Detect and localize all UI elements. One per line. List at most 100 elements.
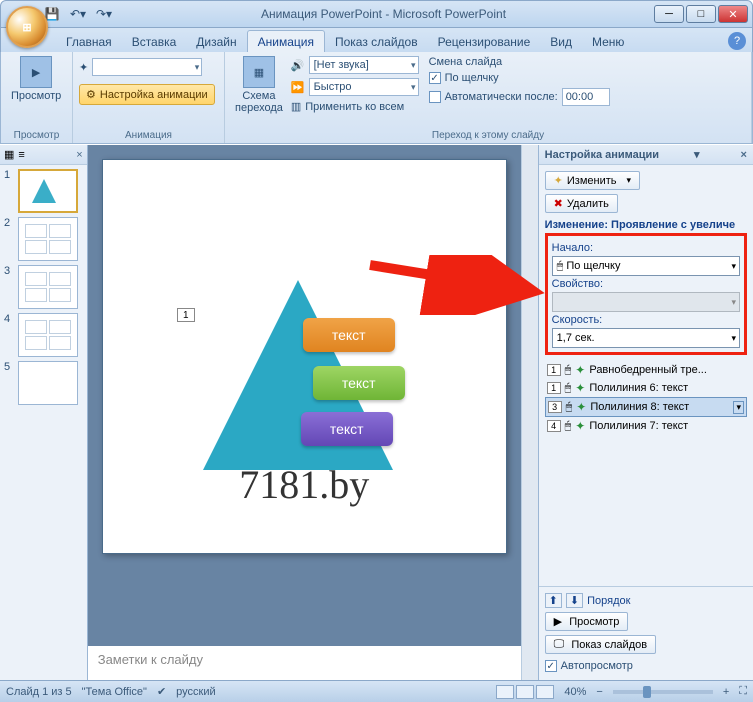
- office-button[interactable]: ⊞: [6, 6, 48, 48]
- auto-after-time[interactable]: 00:00: [562, 88, 610, 106]
- taskpane-menu-icon[interactable]: ▾: [694, 148, 700, 161]
- slides-tab-icon[interactable]: ▦: [4, 148, 14, 161]
- transition-speed-combo[interactable]: Быстро: [309, 78, 419, 96]
- mouse-icon: 🖱: [565, 364, 572, 377]
- speed-icon: ⏩: [291, 81, 305, 94]
- on-click-checkbox[interactable]: ✓: [429, 72, 441, 84]
- apply-all-button[interactable]: ▥Применить ко всем: [291, 100, 419, 113]
- anim-item-selected[interactable]: 3🖱✦Полилиния 8: текст▾: [545, 397, 747, 417]
- anim-tag-1[interactable]: 1: [177, 308, 195, 322]
- dropdown-icon[interactable]: ▾: [733, 401, 744, 414]
- property-combo: [552, 292, 740, 312]
- help-button[interactable]: ?: [728, 32, 746, 50]
- normal-view-button[interactable]: [496, 685, 514, 699]
- zoom-out-button[interactable]: −: [596, 686, 602, 698]
- tab-animation[interactable]: Анимация: [247, 30, 325, 52]
- ribbon: ▶ Просмотр Просмотр ✦ ⚙Настройка анимаци…: [0, 52, 753, 144]
- spellcheck-icon[interactable]: ✔: [157, 685, 166, 698]
- effect-icon: ✦: [575, 419, 585, 433]
- animate-icon: ✦: [79, 61, 88, 74]
- maximize-button[interactable]: □: [686, 5, 716, 23]
- redo-icon[interactable]: ↷▾: [93, 3, 115, 25]
- play-button[interactable]: ▶ Просмотр: [545, 612, 629, 631]
- animate-combo[interactable]: [92, 58, 202, 76]
- minimize-button[interactable]: ─: [654, 5, 684, 23]
- close-button[interactable]: ✕: [718, 5, 748, 23]
- ribbon-tabs: Главная Вставка Дизайн Анимация Показ сл…: [0, 28, 753, 52]
- start-combo[interactable]: 🖱 По щелчку: [552, 256, 740, 276]
- reorder-up-icon[interactable]: ⬆: [545, 593, 562, 608]
- effect-icon: ✦: [576, 400, 586, 414]
- fit-window-button[interactable]: ⛶: [739, 685, 747, 698]
- sorter-view-button[interactable]: [516, 685, 534, 699]
- autopreview-checkbox[interactable]: ✓: [545, 660, 557, 672]
- undo-icon[interactable]: ↶▾: [67, 3, 89, 25]
- star-icon: ✦: [554, 174, 563, 187]
- sound-icon: 🔊: [291, 59, 305, 72]
- tab-slideshow[interactable]: Показ слайдов: [325, 31, 428, 52]
- theme-indicator: "Тема Office": [82, 686, 147, 698]
- preview-button[interactable]: ▶ Просмотр: [7, 54, 65, 104]
- thumbnail-2[interactable]: 2: [4, 217, 83, 261]
- slideshow-button[interactable]: 🖵 Показ слайдов: [545, 635, 656, 654]
- title-bar: 💾 ↶▾ ↷▾ Анимация PowerPoint - Microsoft …: [0, 0, 753, 28]
- tab-home[interactable]: Главная: [56, 31, 122, 52]
- tab-menu[interactable]: Меню: [582, 31, 634, 52]
- delete-icon: ✖: [554, 197, 563, 210]
- group-animation-label: Анимация: [79, 129, 218, 141]
- zoom-slider[interactable]: [613, 690, 713, 694]
- autopreview-label: Автопросмотр: [561, 660, 633, 672]
- notes-pane[interactable]: Заметки к слайду: [88, 644, 521, 680]
- animation-settings-button[interactable]: ⚙Настройка анимации: [79, 84, 215, 105]
- effect-icon: ✦: [575, 381, 585, 395]
- zoom-in-button[interactable]: +: [723, 686, 729, 698]
- preview-icon: ▶: [20, 56, 52, 88]
- mouse-icon: 🖱: [557, 260, 564, 273]
- tab-insert[interactable]: Вставка: [122, 31, 187, 52]
- speed-combo[interactable]: 1,7 сек.: [552, 328, 740, 348]
- thumbnail-1[interactable]: 1: [4, 169, 83, 213]
- anim-item[interactable]: 1🖱✦Равнобедренный тре...: [545, 361, 747, 379]
- close-thumb-pane[interactable]: ×: [76, 149, 82, 161]
- change-effect-button[interactable]: ✦Изменить▾: [545, 171, 640, 190]
- thumbnail-pane: ▦ ≡ × 1 2 3 4 5: [0, 145, 88, 680]
- text-shape-2[interactable]: текст: [313, 366, 405, 400]
- window-title: Анимация PowerPoint - Microsoft PowerPoi…: [115, 7, 652, 21]
- group-preview-label: Просмотр: [7, 129, 66, 141]
- thumbnail-5[interactable]: 5: [4, 361, 83, 405]
- transition-scheme-button[interactable]: ▦ Схема перехода: [231, 54, 287, 116]
- tab-design[interactable]: Дизайн: [186, 31, 246, 52]
- close-taskpane[interactable]: ×: [741, 149, 747, 161]
- language-indicator[interactable]: русский: [176, 686, 215, 698]
- anim-item[interactable]: 1🖱✦Полилиния 6: текст: [545, 379, 747, 397]
- delete-effect-button[interactable]: ✖Удалить: [545, 194, 618, 213]
- auto-after-checkbox[interactable]: [429, 91, 441, 103]
- text-shape-1[interactable]: текст: [303, 318, 395, 352]
- status-bar: Слайд 1 из 5 "Тема Office" ✔ русский 40%…: [0, 680, 753, 702]
- view-buttons: [496, 685, 554, 699]
- slideshow-view-button[interactable]: [536, 685, 554, 699]
- work-area: ▦ ≡ × 1 2 3 4 5 1 2 3 4 текст текст текс…: [0, 145, 753, 680]
- text-shape-3[interactable]: текст: [301, 412, 393, 446]
- thumbnail-3[interactable]: 3: [4, 265, 83, 309]
- zoom-percent[interactable]: 40%: [564, 686, 586, 698]
- mouse-icon: 🖱: [566, 401, 573, 414]
- transition-icon: ▦: [243, 56, 275, 88]
- mouse-icon: 🖱: [565, 382, 572, 395]
- outline-tab-icon[interactable]: ≡: [18, 149, 24, 161]
- vertical-scrollbar[interactable]: [521, 145, 538, 680]
- thumbnail-4[interactable]: 4: [4, 313, 83, 357]
- tab-review[interactable]: Рецензирование: [428, 31, 541, 52]
- anim-item[interactable]: 4🖱✦Полилиния 7: текст: [545, 417, 747, 435]
- effect-icon: ✦: [575, 363, 585, 377]
- taskpane-title: Настройка анимации: [545, 149, 659, 161]
- tab-view[interactable]: Вид: [540, 31, 582, 52]
- reorder-down-icon[interactable]: ⬇: [566, 593, 583, 608]
- highlighted-settings: Начало: 🖱 По щелчку Свойство: Скорость: …: [545, 233, 747, 355]
- watermark: 7181.by: [103, 461, 506, 508]
- mouse-icon: 🖱: [565, 420, 572, 433]
- transition-sound-combo[interactable]: [Нет звука]: [309, 56, 419, 74]
- slide-canvas[interactable]: 1 2 3 4 текст текст текст 7181.by: [102, 159, 507, 554]
- slide-indicator: Слайд 1 из 5: [6, 686, 72, 698]
- animation-task-pane: Настройка анимации ▾ × ✦Изменить▾ ✖Удалить…: [538, 145, 753, 680]
